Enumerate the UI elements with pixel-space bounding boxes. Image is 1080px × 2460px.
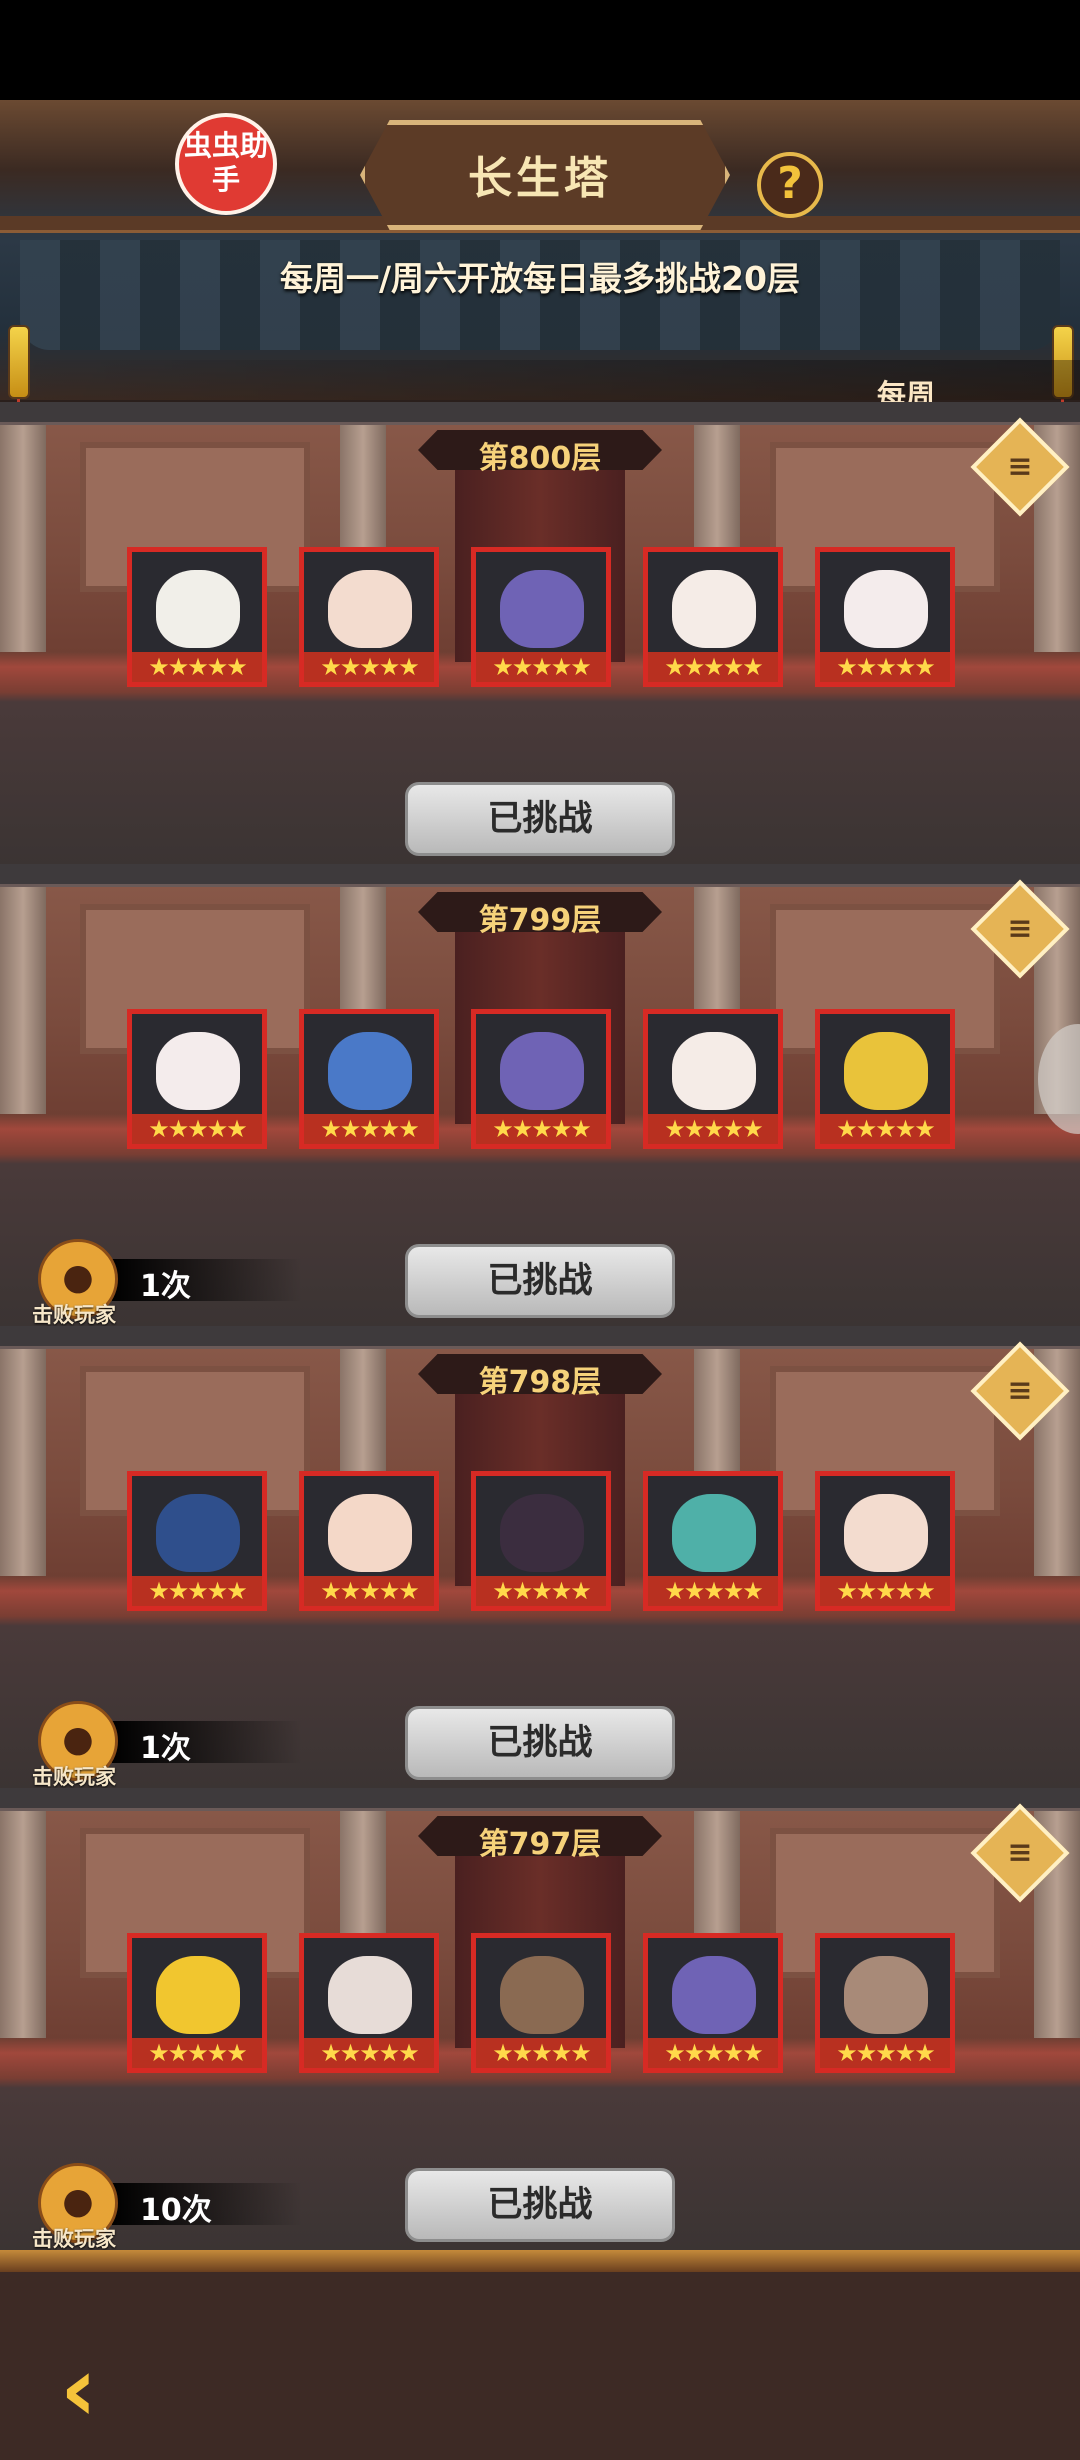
floor-label: 第798层 (478, 1365, 602, 1400)
star-rating: ★★★★★ (132, 652, 262, 682)
hero-portrait (156, 570, 240, 648)
hero-avatar[interactable]: ★★★★★ (815, 1933, 955, 2073)
challenged-button[interactable]: 已挑战 (405, 2168, 675, 2242)
pillar (0, 1346, 46, 1576)
document-icon: ≡ (1007, 449, 1033, 484)
tower-floor: 第798层 ≡ ★★★★★ ★★★★★ ★★★★★ ★★★★★ ★★★★★ 已挑战 ● 击败玩家 1… (0, 1326, 1080, 1788)
star-rating: ★★★★★ (648, 1576, 778, 1606)
hero-avatar[interactable]: ★★★★★ (815, 1009, 955, 1149)
hero-portrait (844, 570, 928, 648)
page-title: 长生塔 (468, 153, 612, 204)
hero-avatar[interactable]: ★★★★★ (127, 1009, 267, 1149)
star-rating: ★★★★★ (648, 1114, 778, 1144)
floor-divider (0, 864, 1080, 887)
star-rating: ★★★★★ (304, 1576, 434, 1606)
hero-avatar[interactable]: ★★★★★ (471, 1933, 611, 2073)
hero-avatar[interactable]: ★★★★★ (471, 1009, 611, 1149)
star-rating: ★★★★★ (820, 652, 950, 682)
floor-label: 第799层 (478, 903, 602, 938)
tower-floor: 第797层 ≡ ★★★★★ ★★★★★ ★★★★★ ★★★★★ ★★★★★ 已挑战 ● 击败玩家 1… (0, 1788, 1080, 2250)
hero-portrait (672, 1032, 756, 1110)
pillar (0, 422, 46, 652)
star-rating: ★★★★★ (820, 1576, 950, 1606)
footer-trim (0, 2250, 1080, 2272)
hero-avatar[interactable]: ★★★★★ (643, 1471, 783, 1611)
floor-label: 第800层 (478, 441, 602, 476)
hero-portrait (156, 1494, 240, 1572)
hero-portrait (672, 1494, 756, 1572)
star-rating: ★★★★★ (304, 2038, 434, 2068)
hero-portrait (844, 1032, 928, 1110)
hero-portrait (500, 1956, 584, 2034)
hero-avatar[interactable]: ★★★★★ (299, 547, 439, 687)
defeat-label: 击败玩家 (32, 2227, 116, 2250)
app-logo[interactable]: 虫虫助手 (175, 113, 277, 215)
hero-avatar[interactable]: ★★★★★ (643, 547, 783, 687)
hero-avatar[interactable]: ★★★★★ (815, 547, 955, 687)
schedule-subtitle: 每周一/周六开放每日最多挑战20层 (280, 259, 800, 298)
hero-avatar[interactable]: ★★★★★ (127, 1933, 267, 2073)
hero-avatar[interactable]: ★★★★★ (127, 1471, 267, 1611)
hero-portrait (500, 570, 584, 648)
pillar (0, 1808, 46, 2038)
hero-avatar[interactable]: ★★★★★ (299, 1009, 439, 1149)
floor-divider (0, 1788, 1080, 1811)
hero-avatar[interactable]: ★★★★★ (127, 547, 267, 687)
star-rating: ★★★★★ (132, 1576, 262, 1606)
star-rating: ★★★★★ (476, 652, 606, 682)
tower-floor: 第799层 ≡ ★★★★★ ★★★★★ ★★★★★ ★★★★★ ★★★★★ 已挑战 ● 击败玩家 1… (0, 864, 1080, 1326)
hero-avatar[interactable]: ★★★★★ (815, 1471, 955, 1611)
star-rating: ★★★★★ (476, 1576, 606, 1606)
hero-portrait (328, 1956, 412, 2034)
star-rating: ★★★★★ (132, 1114, 262, 1144)
document-icon: ≡ (1007, 1835, 1033, 1870)
star-rating: ★★★★★ (304, 1114, 434, 1144)
challenged-button[interactable]: 已挑战 (405, 1706, 675, 1780)
hero-portrait (844, 1494, 928, 1572)
hero-portrait (672, 1956, 756, 2034)
star-rating: ★★★★★ (476, 2038, 606, 2068)
hero-portrait (156, 1032, 240, 1110)
document-icon: ≡ (1007, 1373, 1033, 1408)
floor-divider (0, 1326, 1080, 1349)
challenged-button[interactable]: 已挑战 (405, 1244, 675, 1318)
pillar (0, 884, 46, 1114)
hero-portrait (500, 1032, 584, 1110)
hero-avatar[interactable]: ★★★★★ (471, 1471, 611, 1611)
challenged-button[interactable]: 已挑战 (405, 782, 675, 856)
star-rating: ★★★★★ (648, 2038, 778, 2068)
hero-portrait (328, 1494, 412, 1572)
hero-avatar[interactable]: ★★★★★ (471, 547, 611, 687)
hero-avatar[interactable]: ★★★★★ (299, 1933, 439, 2073)
defeat-count: 1次 (140, 1269, 191, 1304)
hero-avatar[interactable]: ★★★★★ (643, 1009, 783, 1149)
back-arrow-icon[interactable]: ‹ (60, 2345, 97, 2435)
star-rating: ★★★★★ (820, 2038, 950, 2068)
star-rating: ★★★★★ (476, 1114, 606, 1144)
hero-portrait (500, 1494, 584, 1572)
defeat-label: 击败玩家 (32, 1765, 116, 1788)
hero-portrait (328, 570, 412, 648)
star-rating: ★★★★★ (132, 2038, 262, 2068)
hero-avatar[interactable]: ★★★★★ (643, 1933, 783, 2073)
floor-divider (0, 402, 1080, 425)
hero-portrait (328, 1032, 412, 1110)
hero-portrait (844, 1956, 928, 2034)
star-rating: ★★★★★ (304, 652, 434, 682)
star-rating: ★★★★★ (648, 652, 778, 682)
tower-floor: 第800层 ≡ ★★★★★ ★★★★★ ★★★★★ ★★★★★ ★★★★★ 已挑战 (0, 402, 1080, 864)
help-icon[interactable]: ? (757, 152, 823, 218)
floor-label: 第797层 (478, 1827, 602, 1862)
footer-bar: ‹ (0, 2250, 1080, 2460)
status-bar (0, 0, 1080, 100)
document-icon: ≡ (1007, 911, 1033, 946)
defeat-count: 10次 (140, 2193, 212, 2228)
hero-portrait (672, 570, 756, 648)
hero-portrait (156, 1956, 240, 2034)
star-rating: ★★★★★ (820, 1114, 950, 1144)
defeat-label: 击败玩家 (32, 1303, 116, 1326)
hero-avatar[interactable]: ★★★★★ (299, 1471, 439, 1611)
defeat-count: 1次 (140, 1731, 191, 1766)
